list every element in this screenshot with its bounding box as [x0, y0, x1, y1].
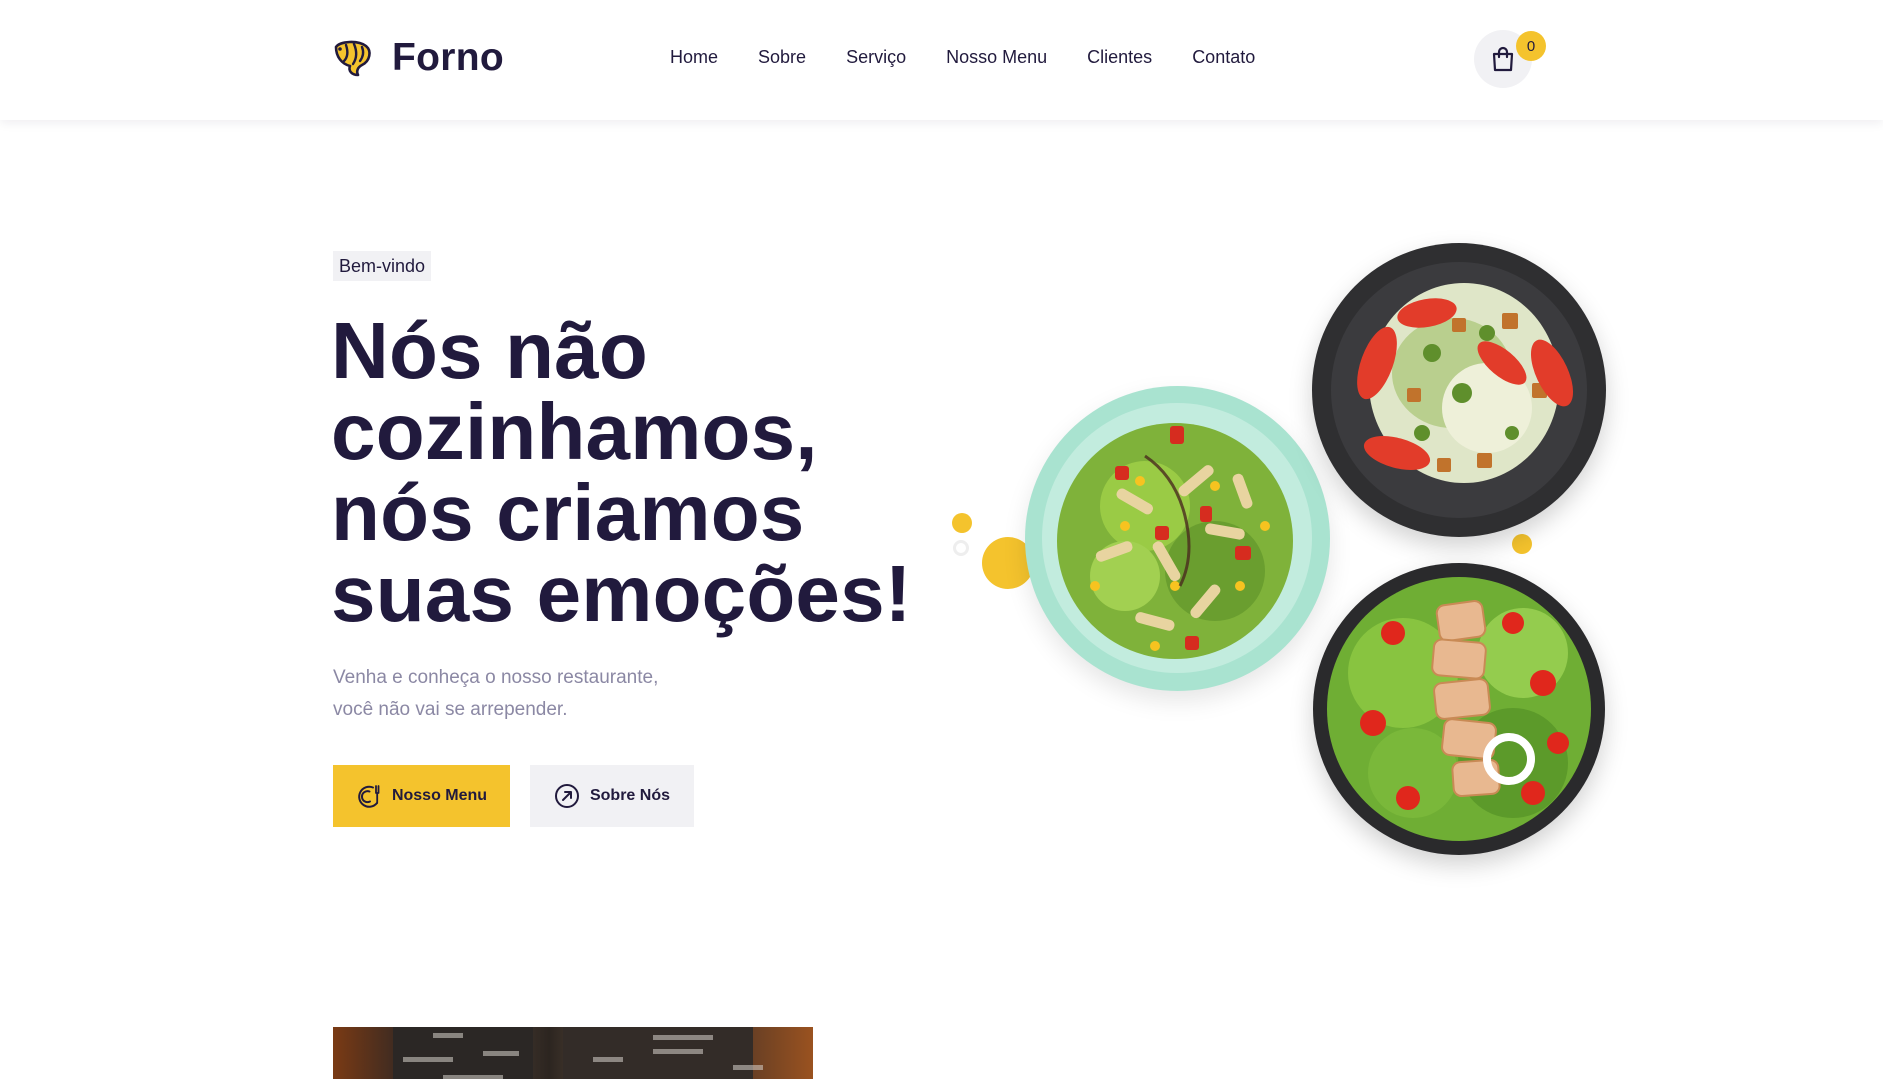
- chicken-salad-plate: [1313, 563, 1605, 855]
- logo[interactable]: Forno: [332, 36, 504, 80]
- subtitle-line: Venha e conheça o nosso restaurante,: [333, 667, 659, 688]
- compass-arrow-icon: [554, 784, 579, 808]
- decor-ring: [1483, 733, 1535, 785]
- hero-subtitle: Venha e conheça o nosso restaurante, voc…: [333, 662, 753, 726]
- nav-item-servico[interactable]: Serviço: [846, 47, 906, 68]
- nav-item-nosso-menu[interactable]: Nosso Menu: [946, 47, 1047, 68]
- brand-name: Forno: [392, 36, 504, 79]
- nav-item-clientes[interactable]: Clientes: [1087, 47, 1152, 68]
- our-menu-button-label: Nosso Menu: [391, 787, 488, 804]
- headline-line: cozinhamos,: [331, 387, 818, 476]
- headline-line: nós criamos: [331, 468, 805, 557]
- dish-icon: [358, 785, 380, 808]
- chicken-salad-image: [1315, 565, 1603, 853]
- nav-item-sobre[interactable]: Sobre: [758, 47, 806, 68]
- headline-line: Nós não: [331, 306, 648, 395]
- our-menu-button[interactable]: Nosso Menu: [333, 765, 510, 827]
- egg-salad-image: [1314, 245, 1604, 535]
- site-header: Forno Home Sobre Serviço Nosso Menu Clie…: [0, 0, 1883, 120]
- shrimp-icon: [334, 40, 371, 77]
- cart-count-badge: 0: [1516, 31, 1546, 61]
- decor-dot: [952, 513, 972, 533]
- nav-item-home[interactable]: Home: [670, 47, 718, 68]
- headline-line: suas emoções!: [331, 549, 912, 638]
- shopping-bag-icon: [1492, 46, 1514, 72]
- restaurant-photo: [333, 1027, 813, 1079]
- decor-ring: [953, 540, 969, 556]
- about-us-button[interactable]: Sobre Nós: [530, 765, 694, 827]
- about-us-button-label: Sobre Nós: [589, 787, 670, 804]
- welcome-tag: Bem-vindo: [333, 251, 432, 281]
- pasta-salad-image: [1029, 390, 1325, 686]
- hero-headline: Nós não cozinhamos, nós criamos suas emo…: [331, 310, 951, 634]
- main-nav: Home Sobre Serviço Nosso Menu Clientes C…: [650, 47, 1275, 68]
- subtitle-line: você não vai se arrepender.: [333, 699, 568, 720]
- decor-dot: [1512, 534, 1532, 554]
- nav-item-contato[interactable]: Contato: [1192, 47, 1255, 68]
- egg-salad-plate: [1312, 243, 1606, 537]
- restaurant-board-image: [393, 1027, 763, 1079]
- pasta-salad-plate: [1025, 386, 1330, 691]
